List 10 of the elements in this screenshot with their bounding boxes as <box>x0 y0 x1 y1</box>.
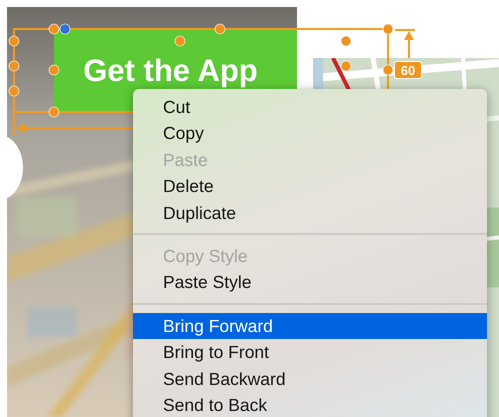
menu-item[interactable]: Duplicate <box>133 200 487 226</box>
menu-item[interactable]: Bring Forward <box>133 312 487 340</box>
menu-item[interactable]: Bring to Front <box>133 339 487 366</box>
menu-item[interactable]: Copy <box>133 120 487 147</box>
menu-item[interactable]: Send Backward <box>133 366 487 392</box>
menu-item[interactable]: Paste Style <box>133 269 487 296</box>
spacing-badge: 60 <box>394 61 422 79</box>
menu-item[interactable]: Delete <box>133 173 487 200</box>
menu-item[interactable]: Send to Back <box>133 392 487 417</box>
spacing-arrow <box>395 29 415 58</box>
